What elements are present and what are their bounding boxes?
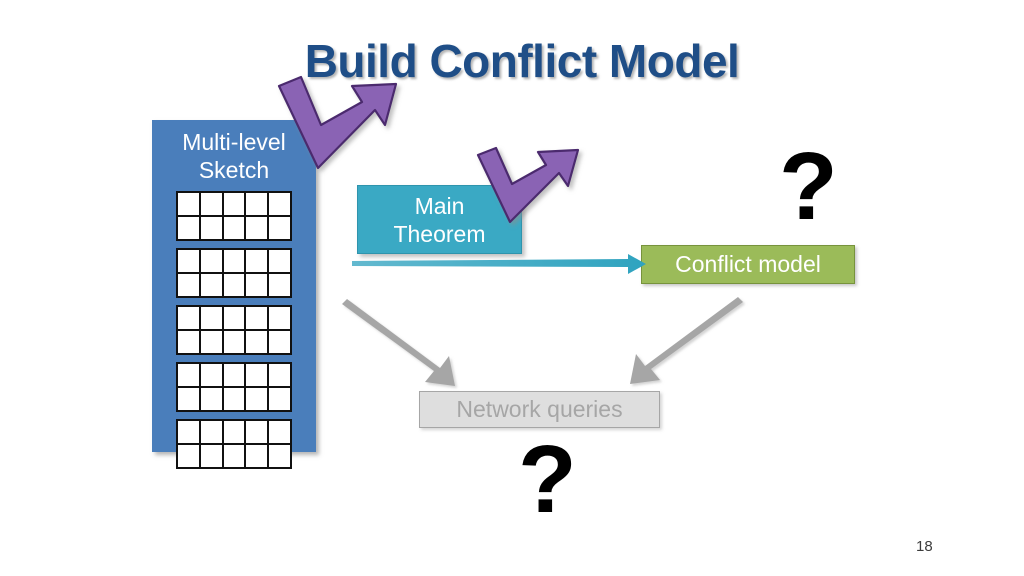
sketch-grid-cell [200, 307, 222, 329]
sketch-grid-cell [200, 364, 222, 386]
sketch-grid-cell [223, 388, 245, 410]
sketch-grid-cell [200, 193, 222, 215]
sketch-grid-cell [269, 388, 290, 410]
sketch-grid-cell [246, 274, 268, 296]
gray-arrow-sketch-to-network-queries-icon [342, 299, 455, 386]
sketch-grid-cell [223, 274, 245, 296]
sketch-grid-cell [246, 445, 268, 467]
sketch-grid-cell [269, 364, 290, 386]
sketch-grid-cell [223, 331, 245, 353]
sketch-grid-cell [223, 307, 245, 329]
sketch-grid-cell [246, 364, 268, 386]
sketch-grid-cell [178, 445, 199, 467]
page-title: Build Conflict Model [304, 35, 740, 87]
sketch-grid-cell [269, 193, 290, 215]
sketch-grid-cell [178, 331, 199, 353]
page-number: 18 [916, 538, 933, 555]
slide-canvas: Build Conflict Model Multi-level Sketch [0, 0, 1024, 576]
sketch-grid-block [176, 419, 292, 469]
sketch-grid-cell [178, 388, 199, 410]
sketch-grid-cell [223, 250, 245, 272]
sketch-grid-cell [246, 331, 268, 353]
main-theorem-label: Main Theorem [393, 192, 485, 248]
main-theorem-label-line2: Theorem [393, 220, 486, 247]
sketch-grid-block [176, 305, 292, 355]
sketch-grid-cell [178, 274, 199, 296]
sketch-grid-cell [200, 250, 222, 272]
sketch-grid-cell [200, 331, 222, 353]
sketch-grid-cell [246, 217, 268, 239]
sketch-grid-cell [246, 193, 268, 215]
sketch-grid-cell [246, 388, 268, 410]
sketch-grid-block [176, 248, 292, 298]
sketch-grid-cell [269, 331, 290, 353]
sketch-grid-cell [223, 217, 245, 239]
gray-arrow-conflict-model-to-network-queries-icon [630, 297, 743, 384]
sketch-label-line2: Sketch [198, 157, 270, 183]
multi-level-sketch-panel: Multi-level Sketch [152, 120, 316, 469]
sketch-grid-cell [269, 217, 290, 239]
sketch-grid-cell [178, 193, 199, 215]
conflict-model-box: Conflict model [641, 245, 855, 284]
question-mark-bottom: ? [518, 426, 577, 533]
sketch-grid-cell [223, 421, 245, 443]
sketch-panel-label: Multi-level Sketch [152, 128, 316, 184]
sketch-grid-cell [269, 250, 290, 272]
sketch-grid-cell [200, 388, 222, 410]
sketch-grid-cell [269, 445, 290, 467]
sketch-grid-cell [200, 274, 222, 296]
sketch-grid-cell [200, 217, 222, 239]
sketch-grid-cell [178, 217, 199, 239]
sketch-grid-cell [269, 421, 290, 443]
sketch-grid-cell [246, 421, 268, 443]
sketch-grid-block [176, 362, 292, 412]
sketch-grid-cell [178, 307, 199, 329]
sketch-grid-cell [178, 421, 199, 443]
sketch-grid-cell [223, 364, 245, 386]
sketch-grid-cell [269, 307, 290, 329]
sketch-grid-cell [178, 364, 199, 386]
conflict-model-label: Conflict model [675, 251, 821, 277]
sketch-grid-cell [246, 307, 268, 329]
network-queries-box: Network queries [419, 391, 660, 428]
sketch-grid-cell [178, 250, 199, 272]
main-theorem-box: Main Theorem [357, 185, 522, 254]
question-mark-right: ? [779, 133, 838, 240]
teal-arrow-to-conflict-model-icon [352, 254, 646, 274]
sketch-grid-cell [223, 445, 245, 467]
sketch-grid-block [176, 191, 292, 241]
network-queries-label: Network queries [456, 396, 623, 422]
main-theorem-label-line1: Main [414, 192, 465, 219]
sketch-grid-cell [246, 250, 268, 272]
sketch-grid-cell [200, 445, 222, 467]
sketch-grid-cell [269, 274, 290, 296]
sketch-grid-cell [223, 193, 245, 215]
sketch-grid-cell [200, 421, 222, 443]
sketch-label-line1: Multi-level [182, 129, 286, 155]
